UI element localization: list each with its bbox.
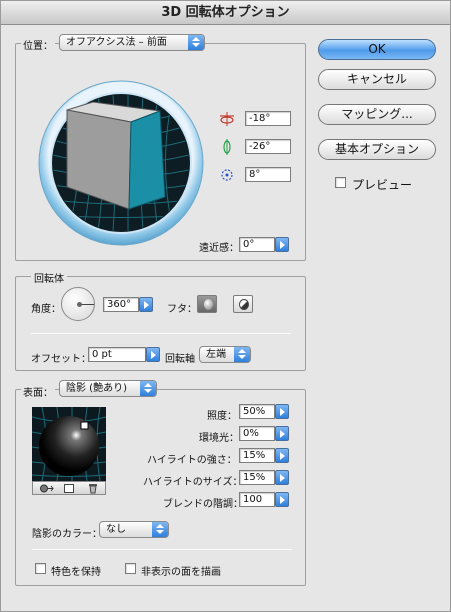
draw-hidden-faces-checkbox[interactable] <box>125 563 136 574</box>
x-rotation-input[interactable]: -18° <box>245 111 291 126</box>
angle-dial[interactable] <box>61 287 95 321</box>
cap-on-button[interactable] <box>197 295 217 313</box>
blend-steps-slider-button[interactable] <box>275 492 289 507</box>
trash-icon[interactable] <box>88 483 98 494</box>
shading-color-dropdown[interactable]: なし <box>99 521 169 538</box>
highlight-size-label: ハイライトのサイズ： <box>143 477 243 488</box>
draw-hidden-faces-label: 非表示の面を描画 <box>141 567 221 578</box>
chevron-updown-icon <box>152 522 168 537</box>
surface-separator <box>32 549 292 550</box>
light-intensity-input[interactable]: 50% <box>239 404 275 419</box>
lighting-sphere-preview[interactable] <box>31 406 107 482</box>
fewer-options-button[interactable]: 基本オプション <box>318 139 436 160</box>
perspective-input[interactable]: 0° <box>239 237 275 252</box>
light-source-handle[interactable] <box>80 421 89 430</box>
shading-color-label: 陰影のカラー： <box>32 529 102 540</box>
track-cube-widget[interactable] <box>38 80 204 246</box>
revolve-group-label: 回転体 <box>31 270 67 285</box>
preserve-spot-checkbox[interactable] <box>35 563 46 574</box>
axis-label: 回転軸 <box>165 354 195 365</box>
position-label: 位置： <box>21 37 55 52</box>
cube-front-face <box>128 110 166 210</box>
revolve-options-dialog: 3D 回転体オプション 位置： オフアクシス法 – 前面 -18° -26° 8… <box>0 0 451 612</box>
angle-slider-button[interactable] <box>139 297 153 312</box>
surface-label: 表面： <box>21 384 55 399</box>
angle-label: 角度： <box>31 304 61 315</box>
axis-value: 左端 <box>206 349 226 360</box>
preview-label: プレビュー <box>352 178 413 192</box>
offset-label: オフセット： <box>31 354 91 365</box>
y-rotation-input[interactable]: -26° <box>245 139 291 154</box>
light-intensity-label: 照度： <box>207 411 237 422</box>
surface-value: 陰影 (艶あり) <box>66 383 127 394</box>
window-title: 3D 回転体オプション <box>1 1 450 25</box>
offset-input[interactable]: 0 pt <box>88 347 146 362</box>
perspective-label: 遠近感： <box>199 243 239 254</box>
lighting-sphere-svg <box>31 406 107 482</box>
position-preset-dropdown[interactable]: オフアクシス法 – 前面 <box>59 34 205 51</box>
axis-dropdown[interactable]: 左端 <box>199 346 251 363</box>
new-light-icon[interactable] <box>64 484 74 493</box>
perspective-slider-button[interactable] <box>275 237 289 252</box>
revolve-separator <box>31 333 291 334</box>
ok-button[interactable]: OK <box>318 39 436 60</box>
surface-dropdown[interactable]: 陰影 (艶あり) <box>59 380 157 397</box>
map-art-button[interactable]: マッピング... <box>318 104 436 125</box>
preview-checkbox[interactable] <box>335 177 346 188</box>
highlight-size-input[interactable]: 15% <box>239 470 275 485</box>
light-intensity-slider-button[interactable] <box>275 404 289 419</box>
ambient-light-label: 環境光： <box>199 433 239 444</box>
cap-on-icon <box>204 299 213 310</box>
highlight-intensity-label: ハイライトの強さ： <box>147 455 237 466</box>
light-toolbar <box>32 481 106 495</box>
cancel-button[interactable]: キャンセル <box>318 69 436 90</box>
preserve-spot-label: 特色を保持 <box>51 567 101 578</box>
offset-slider-button[interactable] <box>146 347 160 362</box>
ambient-light-slider-button[interactable] <box>275 426 289 441</box>
cap-label: フタ： <box>167 304 197 315</box>
ambient-light-input[interactable]: 0% <box>239 426 275 441</box>
blend-steps-input[interactable]: 100 <box>239 492 275 507</box>
z-rotation-input[interactable]: 8° <box>245 167 291 182</box>
shading-color-value: なし <box>106 524 126 535</box>
blend-steps-label: ブレンドの階調： <box>163 499 243 510</box>
sphere <box>39 416 99 476</box>
cap-off-icon <box>239 299 249 310</box>
chevron-updown-icon <box>234 347 250 362</box>
z-axis-icon <box>219 167 235 183</box>
highlight-intensity-input[interactable]: 15% <box>239 448 275 463</box>
position-preset-value: オフアクシス法 – 前面 <box>66 37 167 48</box>
angle-dial-center <box>77 302 82 307</box>
highlight-intensity-slider-button[interactable] <box>275 448 289 463</box>
y-axis-icon <box>219 139 235 155</box>
x-axis-icon <box>219 111 235 127</box>
chevron-updown-icon <box>188 35 204 50</box>
cap-off-button[interactable] <box>233 295 253 313</box>
move-light-back-icon[interactable] <box>38 484 54 493</box>
highlight-size-slider-button[interactable] <box>275 470 289 485</box>
angle-input[interactable]: 360° <box>103 297 139 312</box>
chevron-updown-icon <box>140 381 156 396</box>
track-cube-svg <box>38 80 204 246</box>
